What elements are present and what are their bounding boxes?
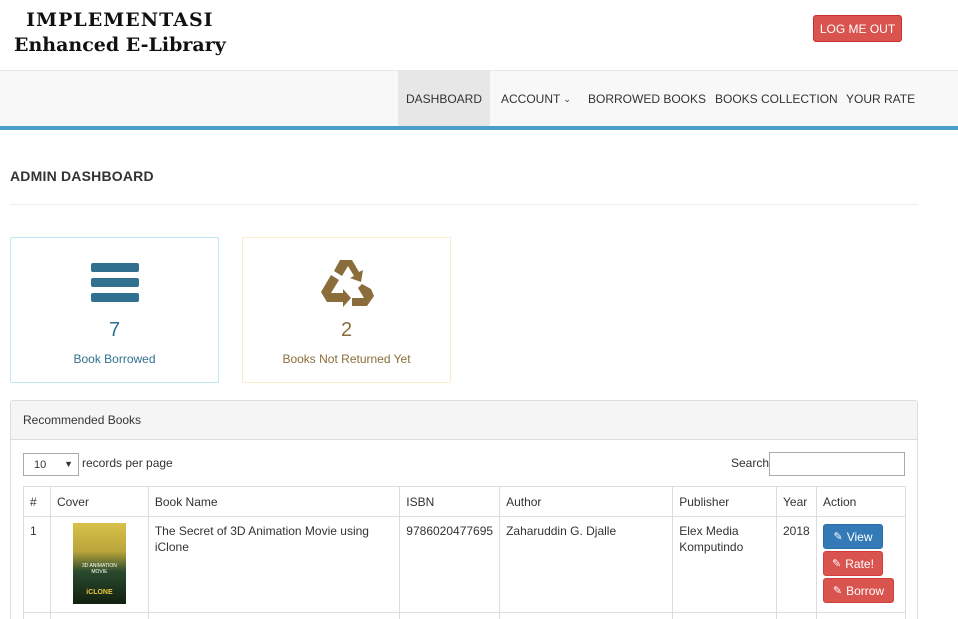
- cover-title: 3D ANIMATION MOVIE: [81, 563, 117, 575]
- stat-value: 2: [340, 319, 353, 341]
- view-button-label: View: [846, 529, 873, 544]
- navbar-accent-line: [0, 126, 958, 130]
- page-length-value: 10: [34, 458, 47, 471]
- stat-book-borrowed: 7 Book Borrowed: [10, 237, 219, 383]
- site-header: IMPLEMENTASI Enhanced E-Library LOG ME O…: [0, 0, 958, 70]
- col-header-cover[interactable]: Cover: [49, 486, 149, 517]
- cell-book-name: The Secret of 3D Animation Movie using i…: [147, 516, 401, 613]
- logout-button[interactable]: LOG ME OUT: [813, 15, 902, 42]
- col-header-action: Action: [815, 486, 907, 517]
- table-row: 1 3D ANIMATION MOVIE iCLONE The Secret o…: [23, 516, 907, 613]
- nav-your-rate[interactable]: YOUR RATE: [846, 71, 915, 127]
- cover-brand: iCLONE: [86, 589, 113, 596]
- cell-publisher: [672, 612, 777, 619]
- bars-icon: [11, 250, 218, 316]
- cell-author: [499, 612, 674, 619]
- cell-cover: [49, 612, 149, 619]
- main-navbar: DASHBOARD ACCOUNT ⌄ BORROWED BOOKS BOOKS…: [0, 70, 958, 127]
- rate-button[interactable]: ✎ Rate!: [822, 551, 883, 576]
- pencil-icon: ✎: [832, 557, 842, 570]
- col-header-author[interactable]: Author: [499, 486, 674, 517]
- stat-label: Book Borrowed: [73, 352, 156, 366]
- caret-down-icon: ▼: [64, 459, 73, 469]
- books-table: # Cover Book Name ISBN Author Publisher …: [23, 486, 907, 619]
- col-header-isbn[interactable]: ISBN: [399, 486, 501, 517]
- nav-dashboard-label: DASHBOARD: [405, 92, 482, 106]
- view-button[interactable]: ✎ View: [822, 524, 883, 549]
- panel-heading: Recommended Books: [11, 401, 917, 440]
- nav-your-rate-label: YOUR RATE: [846, 92, 916, 106]
- col-header-number[interactable]: #: [23, 486, 51, 517]
- cell-actions: ✎ View ✎ Rate! ✎ Borrow: [815, 516, 907, 613]
- page-title: ADMIN DASHBOARD: [10, 168, 154, 184]
- pencil-icon: ✎: [832, 584, 843, 597]
- cell-cover: 3D ANIMATION MOVIE iCLONE: [49, 516, 149, 613]
- cell-actions: [815, 612, 907, 619]
- cell-isbn: 9786020477695: [399, 516, 501, 613]
- book-cover-image: 3D ANIMATION MOVIE iCLONE: [72, 523, 126, 604]
- borrow-button[interactable]: ✎ Borrow: [822, 578, 894, 603]
- cell-year: [776, 612, 817, 619]
- stat-not-returned: 2 Books Not Returned Yet: [242, 237, 451, 383]
- site-logo[interactable]: IMPLEMENTASI Enhanced E-Library: [14, 8, 226, 58]
- page-length-select[interactable]: 10 ▼: [23, 453, 79, 476]
- records-per-page-label: records per page: [82, 456, 173, 470]
- title-divider: [10, 204, 918, 205]
- cell-isbn: [399, 612, 501, 619]
- cell-year: 2018: [776, 516, 817, 613]
- cell-book-name: [147, 612, 401, 619]
- recommended-books-panel: Recommended Books 10 ▼ records per page …: [10, 400, 918, 619]
- col-header-publisher[interactable]: Publisher: [672, 486, 777, 517]
- nav-borrowed-books-label: BORROWED BOOKS: [588, 92, 707, 106]
- nav-dashboard[interactable]: DASHBOARD: [398, 71, 490, 127]
- col-header-year[interactable]: Year: [776, 486, 817, 517]
- logo-line-2: Enhanced E-Library: [14, 34, 226, 56]
- cell-author: Zaharuddin G. Djalle: [499, 516, 674, 613]
- rate-button-label: Rate!: [845, 556, 874, 571]
- search-input[interactable]: [769, 452, 905, 476]
- chevron-down-icon: ⌄: [563, 93, 571, 104]
- table-row: [23, 612, 907, 619]
- table-header-row: # Cover Book Name ISBN Author Publisher …: [23, 486, 907, 517]
- nav-account[interactable]: ACCOUNT ⌄: [501, 71, 571, 127]
- logo-line-1: IMPLEMENTASI: [26, 9, 214, 31]
- col-header-book-name[interactable]: Book Name: [147, 486, 401, 517]
- nav-books-collection-label: BOOKS COLLECTION: [715, 92, 838, 106]
- borrow-button-label: Borrow: [846, 583, 885, 598]
- edit-icon: ✎: [833, 530, 843, 543]
- search-label: Search:: [731, 456, 773, 470]
- stat-label: Books Not Returned Yet: [282, 352, 411, 366]
- nav-books-collection[interactable]: BOOKS COLLECTION: [715, 71, 838, 127]
- cell-number: [23, 612, 51, 619]
- cell-number: 1: [23, 516, 51, 613]
- recycle-icon: [243, 250, 450, 316]
- nav-account-label: ACCOUNT: [501, 92, 561, 106]
- nav-borrowed-books[interactable]: BORROWED BOOKS: [588, 71, 706, 127]
- stat-value: 7: [108, 319, 121, 341]
- cell-publisher: Elex Media Komputindo: [672, 516, 777, 613]
